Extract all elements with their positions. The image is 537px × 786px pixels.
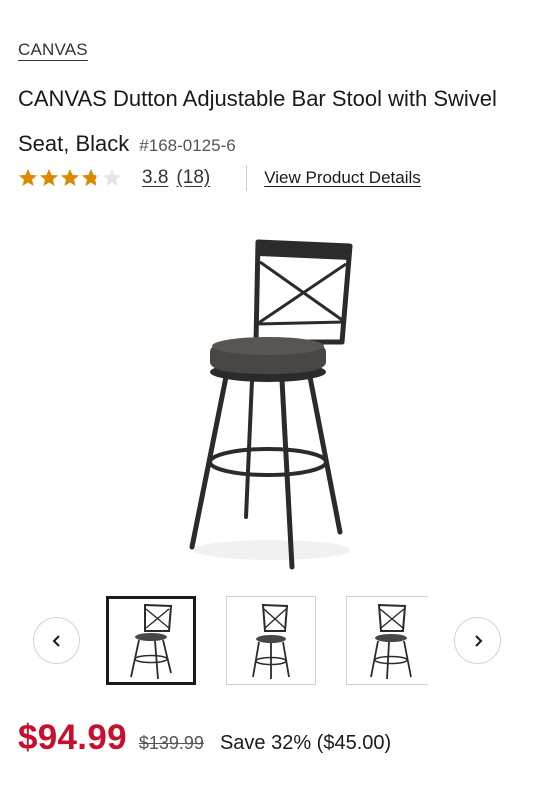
thumbnail-3[interactable] bbox=[346, 596, 428, 685]
rating-row: 3.8 (18) View Product Details bbox=[18, 164, 421, 192]
bar-stool-image[interactable] bbox=[160, 232, 380, 577]
rating-value[interactable]: 3.8 bbox=[142, 167, 168, 189]
star-empty-icon bbox=[103, 169, 121, 186]
product-title-text: CANVAS Dutton Adjustable Bar Stool with … bbox=[18, 86, 497, 156]
chevron-right-icon bbox=[474, 634, 482, 647]
review-count[interactable]: (18) bbox=[176, 167, 210, 189]
divider bbox=[246, 165, 248, 191]
carousel-prev-button[interactable] bbox=[33, 617, 80, 664]
star-partial-icon bbox=[82, 169, 100, 186]
current-price: $94.99 bbox=[18, 718, 127, 757]
chevron-left-icon bbox=[52, 634, 60, 647]
carousel-next-button[interactable] bbox=[454, 617, 501, 664]
view-product-details-link[interactable]: View Product Details bbox=[264, 168, 421, 188]
thumbnail-2[interactable] bbox=[226, 596, 316, 685]
bar-stool-thumbnail-icon bbox=[370, 603, 412, 679]
product-sku: #168-0125-6 bbox=[139, 136, 236, 155]
thumbnail-1[interactable] bbox=[106, 596, 196, 685]
bar-stool-thumbnail-icon bbox=[252, 603, 290, 679]
star-icon bbox=[19, 169, 37, 186]
star-icon bbox=[61, 169, 79, 186]
brand-link[interactable]: CANVAS bbox=[18, 40, 88, 60]
price-row: $94.99 $139.99 Save 32% ($45.00) bbox=[18, 718, 391, 764]
thumbnail-strip bbox=[106, 596, 428, 686]
bar-stool-thumbnail-icon bbox=[130, 603, 173, 679]
original-price: $139.99 bbox=[138, 733, 204, 753]
product-title: CANVAS Dutton Adjustable Bar Stool with … bbox=[18, 76, 518, 168]
savings-text: Save 32% ($45.00) bbox=[219, 732, 392, 754]
star-rating[interactable] bbox=[18, 168, 122, 188]
star-icon bbox=[40, 169, 58, 186]
